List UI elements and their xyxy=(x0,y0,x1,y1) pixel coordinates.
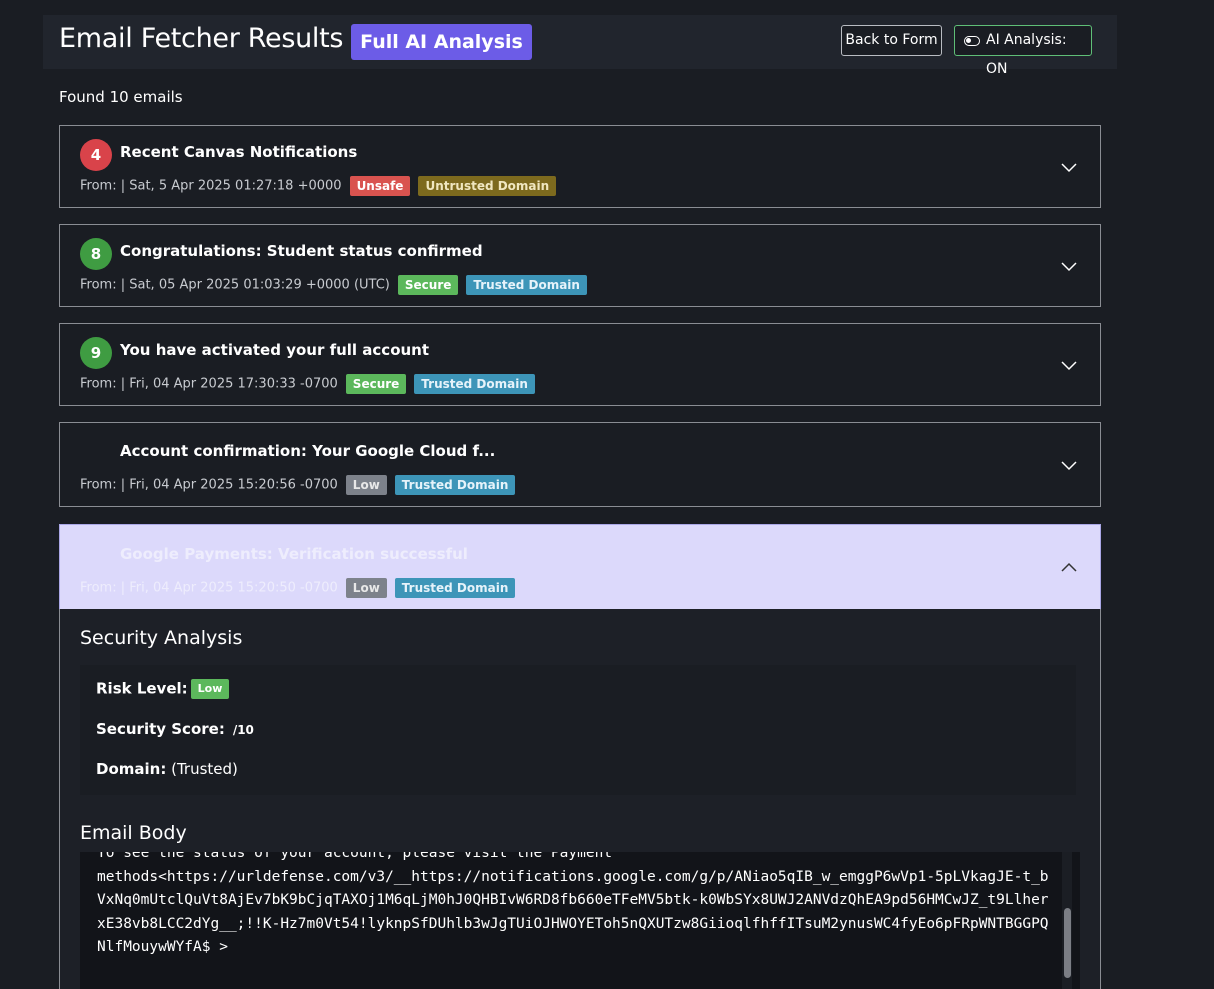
email-meta: From: | Fri, 04 Apr 2025 15:20:50 -0700 L… xyxy=(80,578,516,598)
email-meta: From: | Sat, 05 Apr 2025 01:03:29 +0000 … xyxy=(80,275,587,295)
security-score-badge: 8 xyxy=(80,238,112,270)
email-subject: Recent Canvas Notifications xyxy=(120,143,358,161)
domain-row: Domain: (Trusted) xyxy=(96,760,238,778)
security-analysis-box: Risk Level: Low Security Score: /10 Domain… xyxy=(80,665,1076,795)
status-badge: Secure xyxy=(345,374,407,394)
security-score-value: /10 xyxy=(232,723,254,737)
chevron-down-icon[interactable] xyxy=(1060,356,1078,374)
email-meta: From: | Fri, 04 Apr 2025 17:30:33 -0700 S… xyxy=(80,374,535,394)
page-title: Email Fetcher Results xyxy=(59,23,344,54)
ai-analysis-toggle-label: AI Analysis: ON xyxy=(986,32,1067,77)
email-card[interactable]: 4 Recent Canvas Notifications From: | Sa… xyxy=(59,125,1101,208)
chevron-down-icon[interactable] xyxy=(1060,158,1078,176)
email-from-date: From: | Fri, 04 Apr 2025 17:30:33 -0700 xyxy=(80,376,338,392)
email-body-title: Email Body xyxy=(80,822,187,844)
email-body-text: To see the status of your account, pleas… xyxy=(97,852,1049,955)
email-subject: Google Payments: Verification successful xyxy=(120,545,468,563)
chevron-down-icon[interactable] xyxy=(1060,456,1078,474)
domain-badge: Trusted Domain xyxy=(394,578,516,598)
email-count-text: Found 10 emails xyxy=(59,88,183,106)
domain-badge: Untrusted Domain xyxy=(418,176,557,196)
ai-analysis-toggle[interactable]: AI Analysis: ON xyxy=(954,25,1092,77)
domain-badge: Trusted Domain xyxy=(466,275,587,295)
email-body-content[interactable]: To see the status of your account, pleas… xyxy=(80,852,1080,989)
security-analysis-title: Security Analysis xyxy=(80,627,243,649)
email-subject: You have activated your full account xyxy=(120,341,430,359)
email-from-date: From: | Sat, 05 Apr 2025 01:03:29 +0000 … xyxy=(80,277,390,293)
security-score-badge: 4 xyxy=(80,139,112,171)
domain-badge: Trusted Domain xyxy=(394,475,516,495)
email-body-scrollbar[interactable] xyxy=(1062,852,1072,989)
chevron-down-icon[interactable] xyxy=(1060,257,1078,275)
status-badge: Secure xyxy=(397,275,459,295)
email-subject: Congratulations: Student status confirme… xyxy=(120,242,483,260)
email-meta: From: | Sat, 5 Apr 2025 01:27:18 +0000 Un… xyxy=(80,176,557,196)
back-to-form-button[interactable]: Back to Form xyxy=(841,25,942,56)
email-meta: From: | Fri, 04 Apr 2025 15:20:56 -0700 L… xyxy=(80,475,516,495)
email-subject: Account confirmation: Your Google Cloud … xyxy=(120,442,496,460)
analysis-mode-badge: Full AI Analysis xyxy=(351,24,532,60)
security-score-badge: 9 xyxy=(80,337,112,369)
security-score-label: Security Score: xyxy=(96,720,225,738)
domain-label: Domain: xyxy=(96,760,167,778)
security-score-row: Security Score: /10 xyxy=(96,720,254,738)
email-from-date: From: | Fri, 04 Apr 2025 15:20:56 -0700 xyxy=(80,477,338,493)
risk-level-row: Risk Level: Low xyxy=(96,679,230,699)
risk-level-badge: Low xyxy=(190,679,230,699)
email-card[interactable]: Account confirmation: Your Google Cloud … xyxy=(59,422,1101,507)
status-badge: Unsafe xyxy=(349,176,411,196)
email-from-date: From: | Fri, 04 Apr 2025 15:20:50 -0700 xyxy=(80,580,338,596)
domain-value: (Trusted) xyxy=(171,760,238,778)
results-header: Email Fetcher Results Full AI Analysis B… xyxy=(43,15,1117,77)
status-badge: Low xyxy=(345,578,387,598)
risk-level-label: Risk Level: xyxy=(96,679,188,698)
email-card[interactable]: 9 You have activated your full account F… xyxy=(59,323,1101,406)
toggle-icon xyxy=(964,36,980,46)
email-detail-panel: Security Analysis Risk Level: Low Securit… xyxy=(59,609,1101,989)
email-from-date: From: | Sat, 5 Apr 2025 01:27:18 +0000 xyxy=(80,178,342,194)
status-badge: Low xyxy=(345,475,387,495)
email-card[interactable]: 8 Congratulations: Student status confir… xyxy=(59,224,1101,307)
domain-badge: Trusted Domain xyxy=(414,374,535,394)
chevron-up-icon[interactable] xyxy=(1060,559,1078,577)
scrollbar-thumb[interactable] xyxy=(1064,908,1071,978)
email-card-expanded[interactable]: Google Payments: Verification successful… xyxy=(59,524,1101,610)
